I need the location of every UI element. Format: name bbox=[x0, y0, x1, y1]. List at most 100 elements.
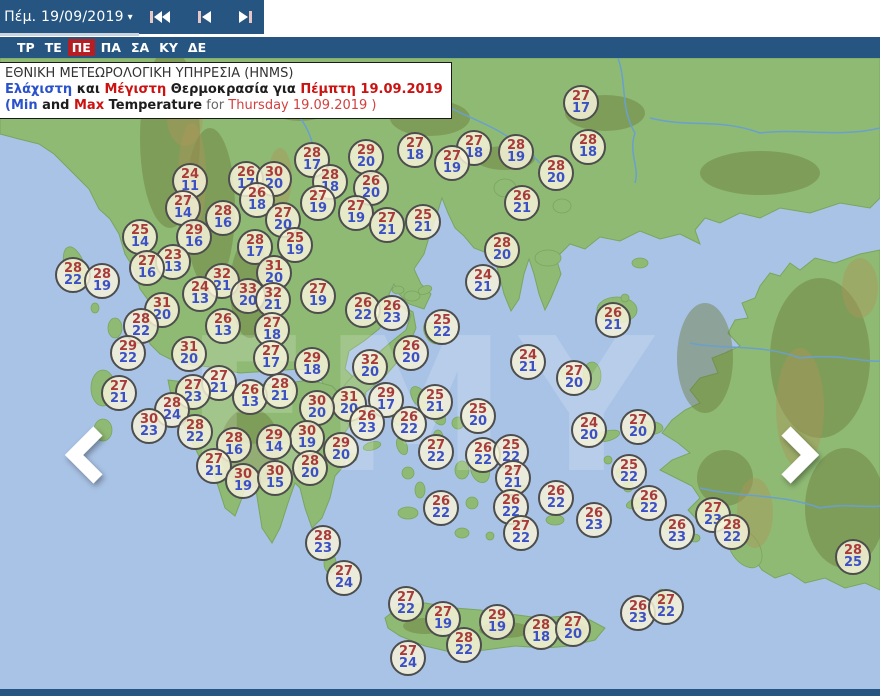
station-marker: 30 15 bbox=[257, 460, 293, 496]
station-marker: 28 20 bbox=[484, 232, 520, 268]
info-segment: και bbox=[72, 82, 105, 97]
station-marker: 26 22 bbox=[538, 480, 574, 516]
day-tab-ΠΑ[interactable]: ΠΑ bbox=[97, 39, 125, 56]
station-marker: 28 18 bbox=[570, 129, 606, 165]
min-temp: 19 bbox=[285, 243, 305, 258]
min-temp: 19 bbox=[487, 620, 507, 635]
day-tab-ΣΑ[interactable]: ΣΑ bbox=[127, 39, 153, 56]
min-temp: 21 bbox=[518, 360, 538, 375]
station-marker: 27 19 bbox=[300, 185, 336, 221]
min-temp: 13 bbox=[190, 292, 210, 307]
min-temp: 19 bbox=[433, 617, 453, 632]
station-marker: 26 21 bbox=[504, 185, 540, 221]
min-temp: 13 bbox=[213, 324, 233, 339]
min-temp: 21 bbox=[209, 381, 229, 396]
chevron-left-icon bbox=[64, 426, 103, 484]
min-temp: 17 bbox=[261, 356, 281, 371]
step-next-icon bbox=[238, 11, 252, 23]
station-marker: 27 16 bbox=[129, 250, 165, 286]
min-temp: 19 bbox=[346, 211, 366, 226]
toolbar: Πέμ. 19/09/2019 ▾ bbox=[0, 0, 880, 36]
min-temp: 22 bbox=[431, 506, 451, 521]
station-marker: 29 19 bbox=[479, 604, 515, 640]
min-temp: 22 bbox=[399, 422, 419, 437]
day-tab-ΤΕ[interactable]: ΤΕ bbox=[41, 39, 66, 56]
min-temp: 20 bbox=[628, 425, 648, 440]
day-tab-ΔΕ[interactable]: ΔΕ bbox=[184, 39, 210, 56]
station-marker: 28 23 bbox=[305, 525, 341, 561]
min-temp: 22 bbox=[656, 605, 676, 620]
min-temp: 22 bbox=[546, 496, 566, 511]
day-tab-ΠΕ[interactable]: ΠΕ bbox=[67, 39, 95, 56]
min-temp: 16 bbox=[184, 235, 204, 250]
min-temp: 19 bbox=[442, 161, 462, 176]
min-temp: 19 bbox=[233, 479, 253, 494]
min-temp: 22 bbox=[454, 643, 474, 658]
station-marker: 28 25 bbox=[835, 539, 871, 575]
station-marker: 30 23 bbox=[131, 408, 167, 444]
min-temp: 19 bbox=[308, 201, 328, 216]
min-temp: 21 bbox=[413, 220, 433, 235]
station-marker: 29 20 bbox=[323, 432, 359, 468]
min-temp: 21 bbox=[270, 389, 290, 404]
min-temp: 18 bbox=[531, 630, 551, 645]
station-marker: 28 22 bbox=[446, 627, 482, 663]
min-temp: 21 bbox=[377, 223, 397, 238]
min-temp: 20 bbox=[360, 365, 380, 380]
min-temp: 21 bbox=[473, 280, 493, 295]
min-temp: 13 bbox=[240, 395, 260, 410]
station-marker: 30 19 bbox=[225, 463, 261, 499]
station-marker: 27 21 bbox=[369, 207, 405, 243]
station-marker: 28 21 bbox=[262, 373, 298, 409]
min-temp: 22 bbox=[396, 602, 416, 617]
min-temp: 22 bbox=[511, 531, 531, 546]
station-marker: 24 21 bbox=[510, 344, 546, 380]
min-temp: 25 bbox=[843, 555, 863, 570]
day-tab-ΚΥ[interactable]: ΚΥ bbox=[155, 39, 182, 56]
min-temp: 22 bbox=[432, 325, 452, 340]
min-temp: 21 bbox=[425, 400, 445, 415]
min-temp: 14 bbox=[130, 235, 150, 250]
min-temp: 20 bbox=[356, 155, 376, 170]
min-temp: 23 bbox=[667, 530, 687, 545]
min-temp: 20 bbox=[300, 466, 320, 481]
min-temp: 24 bbox=[398, 656, 418, 671]
date-tab-underline bbox=[0, 33, 139, 36]
station-marker: 27 20 bbox=[555, 611, 591, 647]
next-button[interactable] bbox=[227, 0, 263, 34]
min-temp: 14 bbox=[264, 440, 284, 455]
min-temp: 22 bbox=[722, 530, 742, 545]
min-temp: 16 bbox=[213, 216, 233, 231]
info-segment: Πέμπτη 19.09.2019 bbox=[300, 82, 443, 97]
previous-button[interactable] bbox=[183, 0, 225, 34]
info-line-english: (Min and Max Temperature for Thursday 19… bbox=[5, 98, 443, 114]
station-marker: 27 20 bbox=[620, 409, 656, 445]
min-temp: 20 bbox=[331, 448, 351, 463]
min-temp: 19 bbox=[506, 150, 526, 165]
min-temp: 20 bbox=[307, 406, 327, 421]
day-tab-ΤΡ[interactable]: ΤΡ bbox=[13, 39, 39, 56]
station-marker: 27 21 bbox=[101, 375, 137, 411]
min-temp: 23 bbox=[313, 541, 333, 556]
min-temp: 15 bbox=[265, 476, 285, 491]
skip-to-first-button[interactable] bbox=[139, 0, 181, 34]
min-temp: 17 bbox=[245, 245, 265, 260]
min-temp: 20 bbox=[492, 248, 512, 263]
chevron-right-icon bbox=[781, 426, 820, 484]
date-dropdown[interactable]: Πέμ. 19/09/2019 ▾ bbox=[0, 0, 137, 34]
station-marker: 24 20 bbox=[571, 412, 607, 448]
previous-map-arrow[interactable] bbox=[62, 425, 106, 485]
min-temp: 20 bbox=[179, 352, 199, 367]
station-marker: 28 22 bbox=[714, 514, 750, 550]
info-segment: for bbox=[202, 98, 229, 113]
bottom-bar bbox=[0, 689, 880, 696]
station-marker: 29 18 bbox=[294, 347, 330, 383]
station-marker: 27 17 bbox=[253, 340, 289, 376]
next-map-arrow[interactable] bbox=[778, 425, 822, 485]
station-marker: 25 21 bbox=[405, 204, 441, 240]
min-temp: 20 bbox=[579, 428, 599, 443]
station-marker: 25 22 bbox=[424, 309, 460, 345]
station-marker: 27 24 bbox=[326, 560, 362, 596]
min-temp: 18 bbox=[405, 148, 425, 163]
station-marker: 29 22 bbox=[110, 335, 146, 371]
